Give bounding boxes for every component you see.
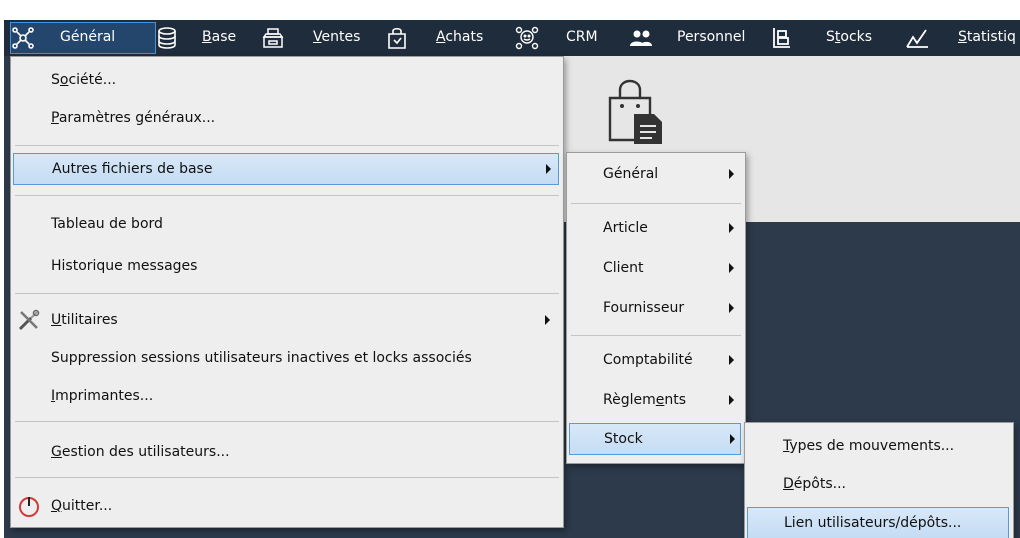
- tools-icon: [18, 309, 40, 331]
- menu-item-societe[interactable]: Société...: [11, 65, 563, 95]
- submenu-arrow-icon: [729, 223, 734, 233]
- submenu-item-fournisseur[interactable]: Fournisseur: [567, 293, 745, 323]
- submenu-arrow-icon: [729, 169, 734, 179]
- menu-achats[interactable]: Achats: [436, 29, 483, 45]
- submenu-item-stock[interactable]: Stock: [569, 423, 741, 455]
- submenu-arrow-icon: [729, 395, 734, 405]
- submenu-arrow-icon: [729, 263, 734, 273]
- menu-separator: [571, 335, 741, 336]
- submenu-arrow-icon: [729, 303, 734, 313]
- people-icon: [630, 30, 652, 46]
- menu-personnel[interactable]: Personnel: [677, 29, 745, 45]
- submenu-autres-fichiers: Général Article Client Fournisseur Compt…: [566, 152, 746, 464]
- menu-item-tableau-de-bord[interactable]: Tableau de bord: [11, 209, 563, 239]
- menu-item-autres-fichiers-de-base[interactable]: Autres fichiers de base: [13, 153, 559, 185]
- submenu-item-lien-utilisateurs-depots[interactable]: Lien utilisateurs/dépôts...: [747, 507, 1009, 538]
- menu-separator: [15, 293, 559, 294]
- menu-stocks[interactable]: Stocks: [826, 29, 872, 45]
- menu-separator: [15, 195, 559, 196]
- menu-base[interactable]: Base: [202, 29, 236, 45]
- shopping-bag-document-icon: [608, 79, 662, 144]
- chart-line-icon: [906, 29, 928, 48]
- shopping-bag-icon: [388, 27, 406, 49]
- menu-item-historique-messages[interactable]: Historique messages: [11, 251, 563, 281]
- submenu-arrow-icon: [545, 315, 550, 325]
- menu-general[interactable]: Général: [60, 29, 115, 45]
- menu-statistiques[interactable]: Statistiq: [958, 29, 1016, 45]
- crm-group-icon: [515, 26, 539, 50]
- submenu-stock: Types de mouvements... Dépôts... Lien ut…: [744, 422, 1014, 538]
- network-icon: [12, 27, 34, 49]
- menu-bar: Général Base Ventes Achats CRM Personnel…: [4, 20, 1020, 56]
- menu-item-utilitaires[interactable]: Utilitaires: [11, 305, 563, 335]
- menu-separator: [15, 145, 559, 146]
- menu-item-quitter[interactable]: Quitter...: [11, 491, 563, 521]
- menu-ventes[interactable]: Ventes: [313, 29, 360, 45]
- database-icon: [158, 27, 176, 49]
- menu-general-dropdown: Société... Paramètres généraux... Autres…: [10, 56, 564, 528]
- submenu-item-reglements[interactable]: Règlements: [567, 385, 745, 415]
- submenu-arrow-icon: [730, 434, 735, 444]
- menu-separator: [15, 477, 559, 478]
- submenu-item-depots[interactable]: Dépôts...: [745, 469, 1013, 499]
- menu-item-suppression-sessions[interactable]: Suppression sessions utilisateurs inacti…: [11, 343, 563, 373]
- menu-separator: [15, 421, 559, 422]
- submenu-item-article[interactable]: Article: [567, 213, 745, 243]
- menu-separator: [571, 203, 741, 204]
- submenu-item-general[interactable]: Général: [567, 159, 745, 189]
- menu-item-parametres-generaux[interactable]: Paramètres généraux...: [11, 103, 563, 133]
- submenu-arrow-icon: [729, 355, 734, 365]
- submenu-item-client[interactable]: Client: [567, 253, 745, 283]
- menu-item-imprimantes[interactable]: Imprimantes...: [11, 381, 563, 411]
- power-icon: [19, 497, 39, 517]
- submenu-item-comptabilite[interactable]: Comptabilité: [567, 345, 745, 375]
- submenu-arrow-icon: [546, 164, 551, 174]
- menu-item-gestion-des-utilisateurs[interactable]: Gestion des utilisateurs...: [11, 437, 563, 467]
- hand-truck-icon: [773, 28, 790, 48]
- menu-crm[interactable]: CRM: [566, 29, 598, 45]
- submenu-item-types-de-mouvements[interactable]: Types de mouvements...: [745, 431, 1013, 461]
- cash-register-icon: [262, 28, 284, 48]
